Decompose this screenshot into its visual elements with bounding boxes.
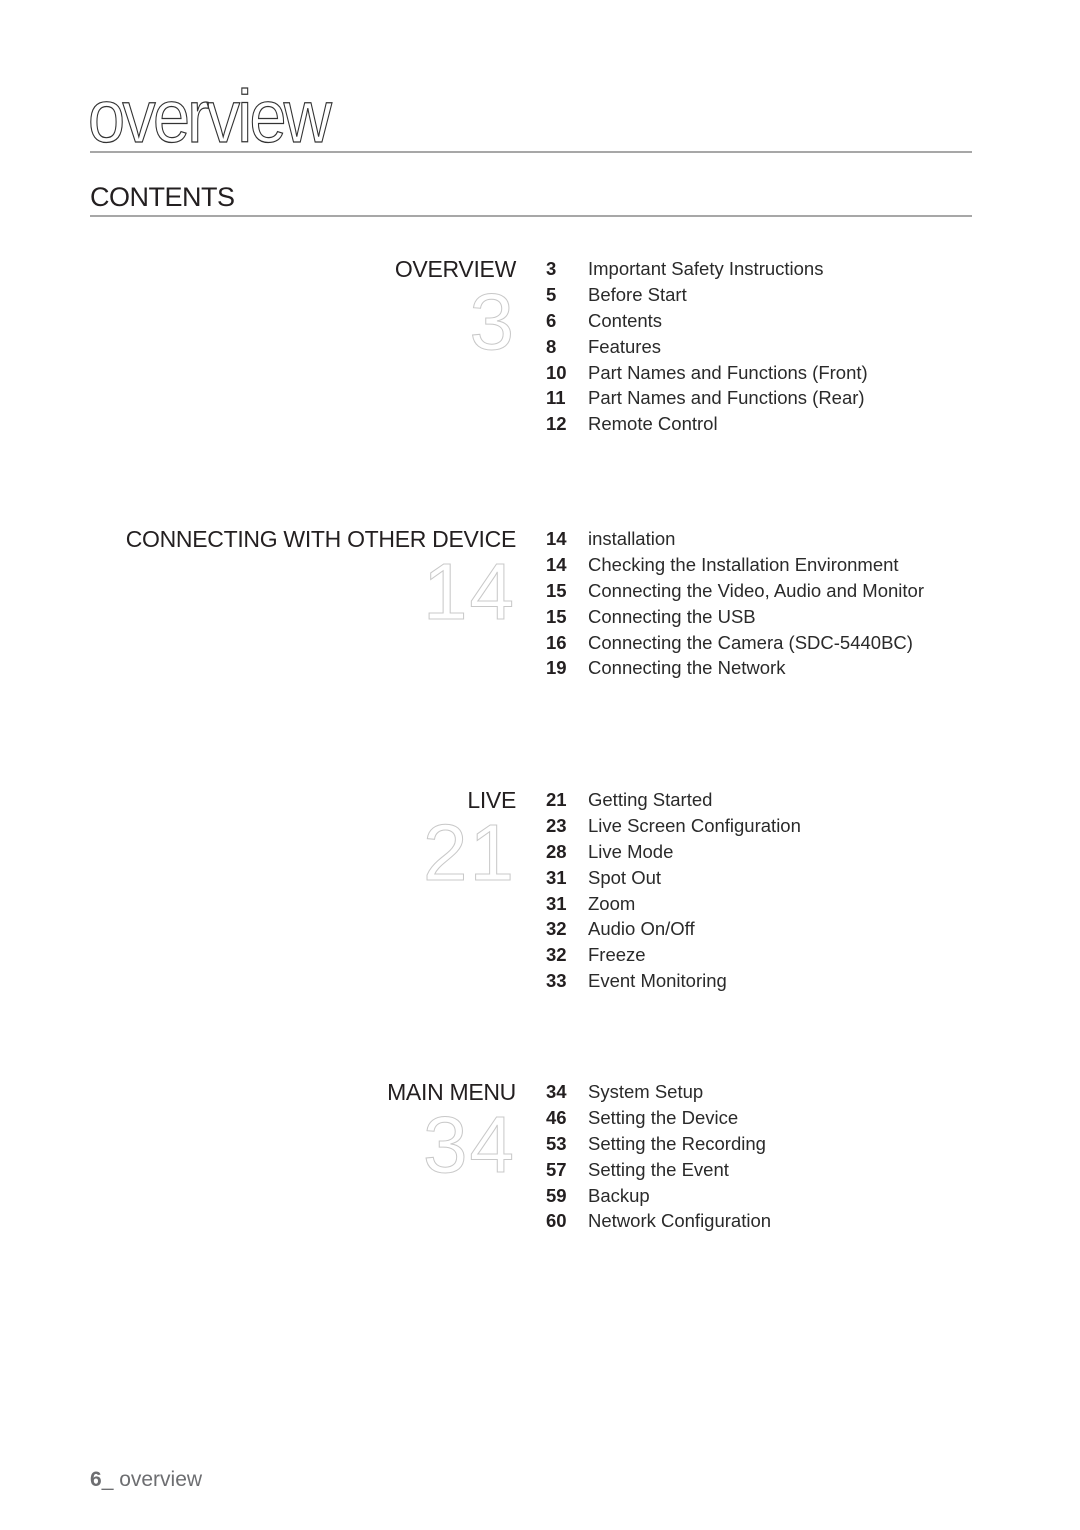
entry-label: Spot Out	[588, 866, 662, 888]
entry-label: Features	[588, 335, 662, 357]
entry-label: Live Mode	[588, 840, 674, 862]
section-entries: 34 System Setup 46 Setting the Device 53 Sett…	[546, 1079, 771, 1234]
toc-entry[interactable]: 32 Freeze	[546, 942, 801, 968]
entry-label: Checking the Installation Environment	[588, 553, 899, 575]
section-entries: 14 installation 14 Checking the Installatio…	[546, 526, 924, 681]
entry-page-number: 11	[546, 387, 566, 409]
entry-label: Zoom	[588, 892, 636, 914]
entry-label: installation	[588, 527, 676, 549]
entry-page-number: 33	[546, 970, 567, 992]
entry-page-number: 3	[546, 257, 557, 279]
entry-page-number: 46	[546, 1106, 567, 1128]
entry-page-number: 8	[546, 335, 557, 357]
toc-entry[interactable]: 31 Zoom	[546, 891, 801, 917]
toc-entry[interactable]: 57 Setting the Event	[546, 1157, 771, 1183]
heading-divider	[90, 215, 972, 217]
entry-label: Getting Started	[588, 788, 713, 810]
toc-entry[interactable]: 15 Connecting the Video, Audio and Monito…	[546, 578, 924, 604]
entry-label: Connecting the Network	[588, 657, 786, 679]
toc-entry[interactable]: 16 Connecting the Camera (SDC-5440BC)	[546, 630, 924, 656]
entry-page-number: 57	[546, 1158, 567, 1180]
toc-entry[interactable]: 59 Backup	[546, 1183, 771, 1209]
entry-label: Part Names and Functions (Front)	[588, 361, 868, 383]
entry-page-number: 32	[546, 918, 567, 940]
entry-label: Part Names and Functions (Rear)	[588, 387, 865, 409]
entry-page-number: 12	[546, 413, 567, 435]
title-divider	[90, 151, 972, 153]
entry-page-number: 15	[546, 579, 567, 601]
toc-entry[interactable]: 31 Spot Out	[546, 865, 801, 891]
entry-page-number: 34	[546, 1080, 567, 1102]
entry-label: Connecting the Camera (SDC-5440BC)	[588, 631, 913, 653]
entry-label: Setting the Recording	[588, 1132, 766, 1154]
entry-label: Contents	[588, 309, 663, 331]
entry-page-number: 15	[546, 605, 567, 627]
footer-page-number: 6	[90, 1468, 102, 1491]
toc-entry[interactable]: 10 Part Names and Functions (Front)	[546, 360, 868, 386]
toc-entry[interactable]: 3 Important Safety Instructions	[546, 256, 868, 282]
entry-page-number: 19	[546, 657, 567, 679]
toc-entry[interactable]: 34 System Setup	[546, 1079, 771, 1105]
section-entries: 21 Getting Started 23 Live Screen Configura…	[546, 787, 801, 994]
section-start-page: 3	[469, 277, 516, 366]
entry-page-number: 5	[546, 283, 557, 305]
entry-page-number: 53	[546, 1132, 567, 1154]
entry-label: Connecting the USB	[588, 605, 756, 627]
toc-entry[interactable]: 12 Remote Control	[546, 411, 868, 437]
entry-page-number: 16	[546, 631, 567, 653]
toc-entry[interactable]: 14 Checking the Installation Environment	[546, 552, 924, 578]
chapter-title: overview	[87, 75, 332, 158]
toc-entry[interactable]: 19 Connecting the Network	[546, 655, 924, 681]
entry-page-number: 14	[546, 527, 567, 549]
entry-page-number: 31	[546, 866, 567, 888]
footer-label: overview	[119, 1468, 203, 1491]
entry-label: Event Monitoring	[588, 970, 727, 992]
entry-label: Before Start	[588, 283, 687, 305]
contents-heading: CONTENTS	[90, 182, 235, 212]
entry-label: Remote Control	[588, 413, 718, 435]
toc-entry[interactable]: 5 Before Start	[546, 282, 868, 308]
section-entries: 3 Important Safety Instructions 5 Before St…	[546, 256, 868, 437]
toc-entry[interactable]: 8 Features	[546, 334, 868, 360]
toc-entry[interactable]: 14 installation	[546, 526, 924, 552]
entry-label: Freeze	[588, 944, 646, 966]
toc-entry[interactable]: 28 Live Mode	[546, 839, 801, 865]
entry-label: Setting the Event	[588, 1158, 729, 1180]
entry-page-number: 14	[546, 553, 567, 575]
entry-page-number: 31	[546, 892, 567, 914]
toc-entry[interactable]: 23 Live Screen Configuration	[546, 813, 801, 839]
entry-label: Audio On/Off	[588, 918, 695, 940]
entry-label: Setting the Device	[588, 1106, 739, 1128]
entry-label: Live Screen Configuration	[588, 814, 801, 836]
toc-entry[interactable]: 11 Part Names and Functions (Rear)	[546, 385, 868, 411]
entry-label: Connecting the Video, Audio and Monitor	[588, 579, 924, 601]
entry-label: System Setup	[588, 1080, 704, 1102]
section-start-page: 21	[423, 808, 516, 897]
entry-page-number: 28	[546, 840, 567, 862]
entry-page-number: 6	[546, 309, 557, 331]
entry-label: Network Configuration	[588, 1210, 772, 1232]
toc-entry[interactable]: 21 Getting Started	[546, 787, 801, 813]
toc-entry[interactable]: 60 Network Configuration	[546, 1208, 771, 1234]
entry-label: Backup	[588, 1184, 650, 1206]
entry-page-number: 23	[546, 814, 567, 836]
entry-page-number: 10	[546, 361, 567, 383]
entry-page-number: 21	[546, 788, 567, 810]
entry-page-number: 60	[546, 1210, 567, 1232]
entry-page-number: 32	[546, 944, 567, 966]
toc-entry[interactable]: 53 Setting the Recording	[546, 1131, 771, 1157]
toc-entry[interactable]: 46 Setting the Device	[546, 1105, 771, 1131]
toc-entry[interactable]: 32 Audio On/Off	[546, 916, 801, 942]
entry-page-number: 59	[546, 1184, 567, 1206]
footer-separator: _	[101, 1468, 120, 1491]
page-footer: 6_ overview	[90, 1468, 202, 1492]
toc-entry[interactable]: 33 Event Monitoring	[546, 968, 801, 994]
toc-entry[interactable]: 6 Contents	[546, 308, 868, 334]
entry-label: Important Safety Instructions	[588, 257, 824, 279]
section-start-page: 14	[423, 547, 516, 636]
section-start-page: 34	[423, 1100, 516, 1189]
toc-entry[interactable]: 15 Connecting the USB	[546, 604, 924, 630]
